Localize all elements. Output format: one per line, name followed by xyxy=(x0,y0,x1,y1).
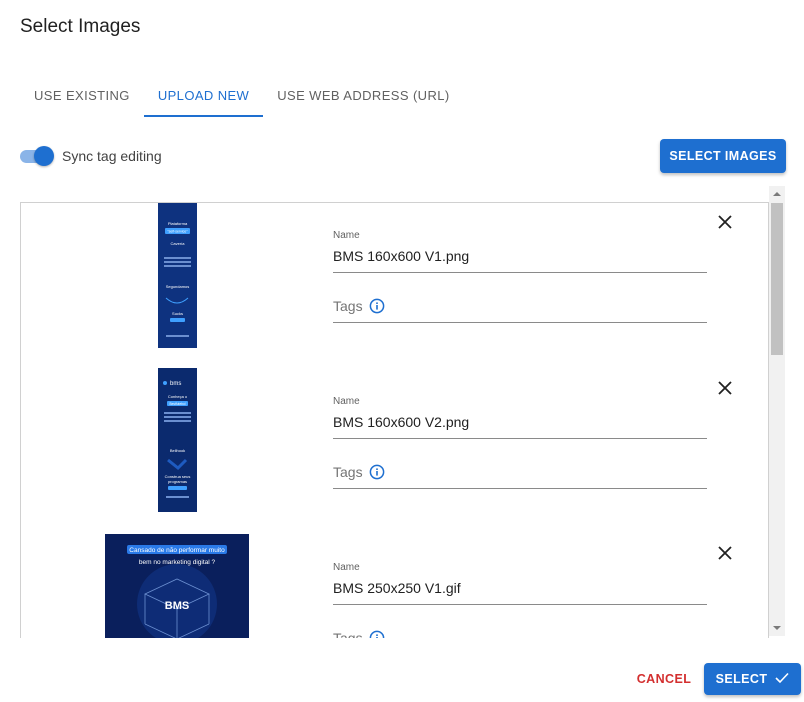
info-icon[interactable] xyxy=(369,464,385,480)
thumbnail-image: bms Conheça o Bestfutebol Bellhook Const… xyxy=(158,368,197,512)
toggle-thumb xyxy=(34,146,54,166)
thumb-text: Sucks xyxy=(172,311,183,316)
info-icon[interactable] xyxy=(369,630,385,638)
tab-upload-new[interactable]: UPLOAD NEW xyxy=(143,78,264,117)
info-icon[interactable] xyxy=(369,298,385,314)
name-field[interactable]: BMS 160x600 V2.png xyxy=(333,412,707,439)
thumbnail-image: Plataforma "self-service" Cavería Segund… xyxy=(158,203,197,348)
thumbnail-image: Cansado de não performar muito bem no ma… xyxy=(105,534,249,638)
thumb-text: bem no marketing digital ? xyxy=(139,559,216,566)
name-field[interactable]: BMS 250x250 V1.gif xyxy=(333,578,707,605)
vertical-scrollbar[interactable] xyxy=(769,186,785,636)
scrollbar-thumb[interactable] xyxy=(771,203,783,355)
tags-label: Tags xyxy=(333,298,363,314)
scroll-up-icon[interactable] xyxy=(769,186,785,202)
tab-bar: USE EXISTING UPLOAD NEW USE WEB ADDRESS … xyxy=(20,78,464,117)
check-icon xyxy=(775,672,789,687)
thumb-text: Segundamos xyxy=(166,284,190,289)
tags-label: Tags xyxy=(333,630,363,638)
image-fields: Name BMS 160x600 V1.png Tags xyxy=(333,230,707,323)
sync-tag-row: Sync tag editing xyxy=(20,144,162,168)
name-field-label: Name xyxy=(333,396,360,407)
thumb-text: Cansado de não performar muito xyxy=(129,547,225,554)
select-images-button[interactable]: SELECT IMAGES xyxy=(660,139,786,173)
image-fields: Name BMS 250x250 V1.gif Tags xyxy=(333,562,707,638)
list-item: Cansado de não performar muito bem no ma… xyxy=(21,534,768,638)
image-list: Plataforma "self-service" Cavería Segund… xyxy=(20,202,769,638)
cancel-button[interactable]: CANCEL xyxy=(630,664,698,694)
image-fields: Name BMS 160x600 V2.png Tags xyxy=(333,396,707,489)
scroll-down-icon[interactable] xyxy=(769,620,785,636)
name-field-label: Name xyxy=(333,562,360,573)
select-button[interactable]: SELECT xyxy=(704,663,801,695)
tab-use-web-address[interactable]: USE WEB ADDRESS (URL) xyxy=(263,78,463,117)
tags-field[interactable]: Tags xyxy=(333,297,707,323)
sync-tag-toggle[interactable] xyxy=(20,144,54,168)
thumb-text: Bestfutebol xyxy=(170,402,186,406)
list-item: Plataforma "self-service" Cavería Segund… xyxy=(21,203,768,368)
thumb-text: bms xyxy=(170,381,181,387)
close-icon[interactable] xyxy=(717,545,733,561)
dialog-title: Select Images xyxy=(20,16,141,37)
tags-field[interactable]: Tags xyxy=(333,463,707,489)
thumb-text: Plataforma xyxy=(168,221,188,226)
close-icon[interactable] xyxy=(717,380,733,396)
sync-tag-label: Sync tag editing xyxy=(62,148,162,164)
close-icon[interactable] xyxy=(717,214,733,230)
tab-use-existing[interactable]: USE EXISTING xyxy=(20,78,144,117)
select-button-label: SELECT xyxy=(715,672,768,686)
list-item: bms Conheça o Bestfutebol Bellhook Const… xyxy=(21,368,768,533)
tags-field[interactable]: Tags xyxy=(333,629,707,638)
thumb-text: Bellhook xyxy=(170,448,185,453)
name-field-label: Name xyxy=(333,230,360,241)
tags-label: Tags xyxy=(333,464,363,480)
thumb-text: Conheça o xyxy=(168,394,188,399)
thumb-text: BMS xyxy=(165,600,189,612)
thumb-text: programas xyxy=(168,479,187,484)
thumb-text: "self-service" xyxy=(167,230,188,234)
thumb-text: Cavería xyxy=(170,241,185,246)
name-field[interactable]: BMS 160x600 V1.png xyxy=(333,246,707,273)
